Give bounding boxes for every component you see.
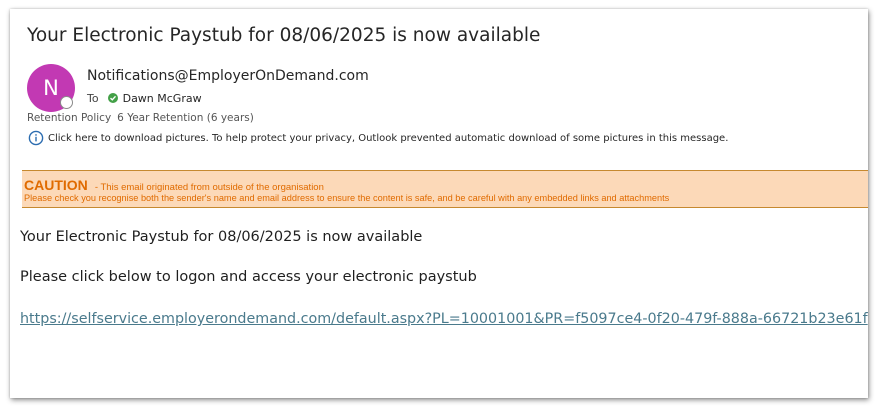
paystub-link[interactable]: https://selfservice.employerondemand.com… bbox=[20, 311, 868, 327]
caution-subtitle: - This email originated from outside of … bbox=[94, 182, 324, 193]
download-pictures-bar[interactable]: Click here to download pictures. To help… bbox=[28, 130, 728, 146]
retention-value: 6 Year Retention (6 years) bbox=[117, 112, 254, 124]
email-reading-pane: Your Electronic Paystub for 08/06/2025 i… bbox=[10, 9, 868, 398]
body-instruction-line: Please click below to logon and access y… bbox=[20, 269, 477, 285]
external-caution-banner: CAUTION - This email originated from out… bbox=[22, 170, 868, 208]
retention-policy: Retention Policy 6 Year Retention (6 year… bbox=[27, 112, 254, 124]
email-subject: Your Electronic Paystub for 08/06/2025 i… bbox=[27, 25, 541, 46]
body-paystub-line: Your Electronic Paystub for 08/06/2025 i… bbox=[20, 229, 423, 245]
recipient-name[interactable]: Dawn McGraw bbox=[123, 92, 202, 105]
info-circle-icon bbox=[28, 130, 44, 146]
sender-avatar-initial: N bbox=[43, 76, 59, 100]
verified-check-icon bbox=[107, 93, 118, 103]
caution-detail: Please check you recognise both the send… bbox=[24, 193, 670, 203]
recipient-row: To Dawn McGraw bbox=[87, 90, 202, 106]
presence-status-icon bbox=[60, 96, 73, 109]
to-label: To bbox=[87, 91, 99, 105]
retention-label: Retention Policy bbox=[27, 112, 112, 124]
caution-title: CAUTION bbox=[24, 177, 88, 193]
sender-address[interactable]: Notifications@EmployerOnDemand.com bbox=[87, 68, 369, 84]
download-pictures-message[interactable]: Click here to download pictures. To help… bbox=[48, 133, 728, 144]
